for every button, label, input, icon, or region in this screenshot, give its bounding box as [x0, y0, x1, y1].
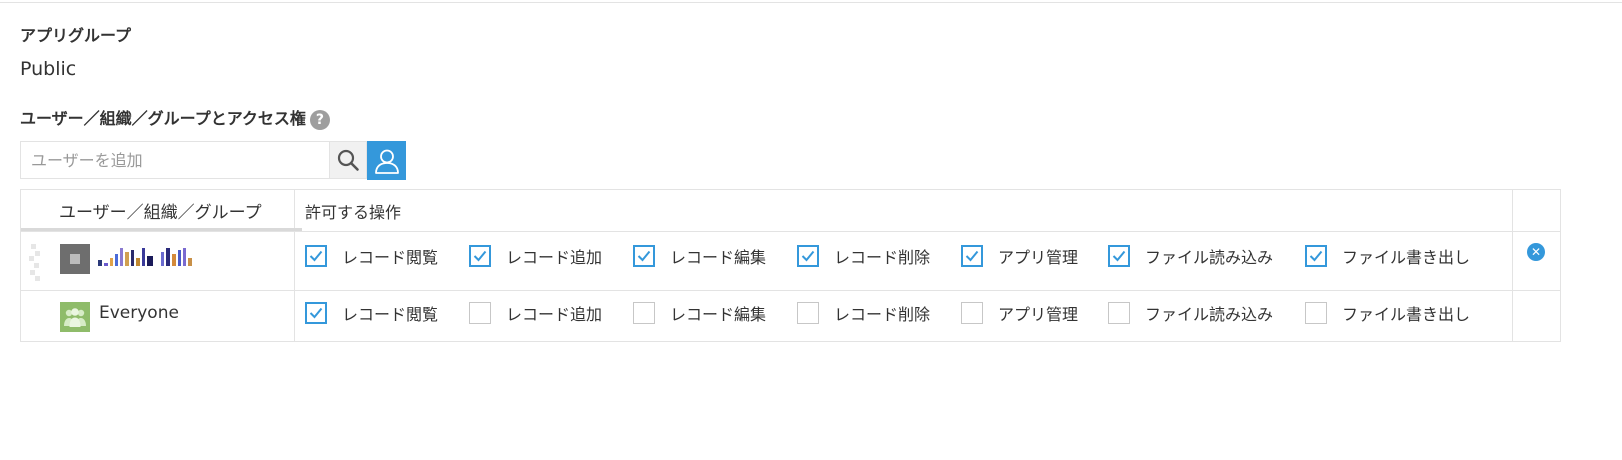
table-row: レコード閲覧 レコード追加 レコード編集 レコード削除 アプリ管理 ファイル読み…: [21, 231, 1560, 290]
perm-file-export[interactable]: ファイル書き出し: [1305, 301, 1470, 325]
user-icon: [374, 149, 399, 174]
entity-header-label: ユーザー／組織／グループ: [59, 203, 262, 223]
checkbox-unchecked[interactable]: [797, 302, 819, 324]
perm-file-export[interactable]: ファイル書き出し: [1305, 244, 1470, 268]
perm-app-admin[interactable]: アプリ管理: [961, 244, 1078, 268]
access-rights-heading: ユーザー／組織／グループとアクセス権?: [20, 105, 330, 130]
perm-label: レコード削除: [834, 305, 931, 324]
entity-cell: Everyone: [21, 291, 295, 341]
checkbox-checked[interactable]: [469, 245, 491, 267]
perm-record-edit[interactable]: レコード編集: [633, 244, 766, 268]
perm-record-add[interactable]: レコード追加: [469, 244, 602, 268]
checkbox-checked[interactable]: [633, 245, 655, 267]
perm-label: レコード追加: [506, 305, 603, 324]
perm-label: ファイル読み込み: [1145, 305, 1274, 324]
entity-cell: [21, 232, 295, 290]
check-icon: [1309, 250, 1323, 262]
perm-label: レコード削除: [834, 248, 931, 267]
checkbox-checked[interactable]: [797, 245, 819, 267]
action-cell: ✕: [1513, 232, 1560, 290]
user-avatar-icon: [60, 244, 90, 274]
perm-label: アプリ管理: [998, 305, 1079, 324]
drag-handle[interactable]: [27, 242, 41, 282]
perm-file-import[interactable]: ファイル読み込み: [1108, 244, 1273, 268]
everyone-group-icon: [60, 302, 90, 332]
check-icon: [309, 307, 323, 319]
perm-record-add[interactable]: レコード追加: [469, 301, 602, 325]
check-icon: [1112, 250, 1126, 262]
permissions-cell: レコード閲覧 レコード追加 レコード編集 レコード削除 アプリ管理 ファイル読み…: [295, 291, 1513, 341]
checkbox-checked[interactable]: [305, 245, 327, 267]
perm-record-view[interactable]: レコード閲覧: [305, 301, 438, 325]
checkbox-checked[interactable]: [1108, 245, 1130, 267]
check-icon: [637, 250, 651, 262]
checkbox-checked[interactable]: [1305, 245, 1327, 267]
perm-label: レコード編集: [670, 248, 767, 267]
perm-label: ファイル書き出し: [1342, 305, 1471, 324]
perm-label: レコード編集: [670, 305, 767, 324]
perm-record-delete[interactable]: レコード削除: [797, 301, 930, 325]
table-row: Everyone レコード閲覧 レコード追加 レコード編集 レコード削除 アプリ…: [21, 290, 1560, 341]
perm-record-view[interactable]: レコード閲覧: [305, 244, 438, 268]
redacted-user-name: [98, 246, 192, 266]
checkbox-unchecked[interactable]: [961, 302, 983, 324]
access-rights-label: ユーザー／組織／グループとアクセス権: [20, 109, 306, 128]
perm-file-import[interactable]: ファイル読み込み: [1108, 301, 1273, 325]
perm-label: アプリ管理: [998, 248, 1079, 267]
entity-column-header: ユーザー／組織／グループ: [21, 190, 302, 231]
permissions-table: ユーザー／組織／グループ 許可する操作 レコード閲覧 レコード追加 レコード編集…: [20, 189, 1561, 342]
check-icon: [801, 250, 815, 262]
perm-label: レコード閲覧: [342, 305, 439, 324]
permissions-header-label: 許可する操作: [305, 203, 402, 222]
remove-circle-icon[interactable]: ✕: [1527, 243, 1545, 261]
checkbox-unchecked[interactable]: [469, 302, 491, 324]
perm-label: レコード閲覧: [342, 248, 439, 267]
app-group-value: Public: [20, 58, 77, 80]
search-icon: [337, 149, 359, 171]
permissions-column-header: 許可する操作: [295, 190, 1513, 231]
user-select-button[interactable]: [367, 141, 406, 180]
add-user-input[interactable]: [20, 141, 329, 179]
perm-app-admin[interactable]: アプリ管理: [961, 301, 1078, 325]
checkbox-unchecked[interactable]: [633, 302, 655, 324]
perm-label: ファイル書き出し: [1342, 248, 1471, 267]
check-icon: [309, 250, 323, 262]
checkbox-checked[interactable]: [961, 245, 983, 267]
action-cell: [1513, 291, 1560, 341]
perm-label: ファイル読み込み: [1145, 248, 1274, 267]
action-column-header: [1513, 190, 1560, 231]
entity-name: Everyone: [99, 303, 179, 323]
permissions-cell: レコード閲覧 レコード追加 レコード編集 レコード削除 アプリ管理 ファイル読み…: [295, 232, 1513, 290]
search-button[interactable]: [329, 141, 367, 179]
check-icon: [965, 250, 979, 262]
perm-record-delete[interactable]: レコード削除: [797, 244, 930, 268]
check-icon: [473, 250, 487, 262]
perm-record-edit[interactable]: レコード編集: [633, 301, 766, 325]
checkbox-unchecked[interactable]: [1305, 302, 1327, 324]
top-divider: [0, 2, 1622, 3]
checkbox-unchecked[interactable]: [1108, 302, 1130, 324]
checkbox-checked[interactable]: [305, 302, 327, 324]
user-search-bar: [20, 141, 367, 179]
app-group-label: アプリグループ: [20, 26, 132, 45]
question-circle-icon[interactable]: ?: [309, 109, 330, 130]
table-header-row: ユーザー／組織／グループ 許可する操作: [21, 190, 1560, 231]
perm-label: レコード追加: [506, 248, 603, 267]
